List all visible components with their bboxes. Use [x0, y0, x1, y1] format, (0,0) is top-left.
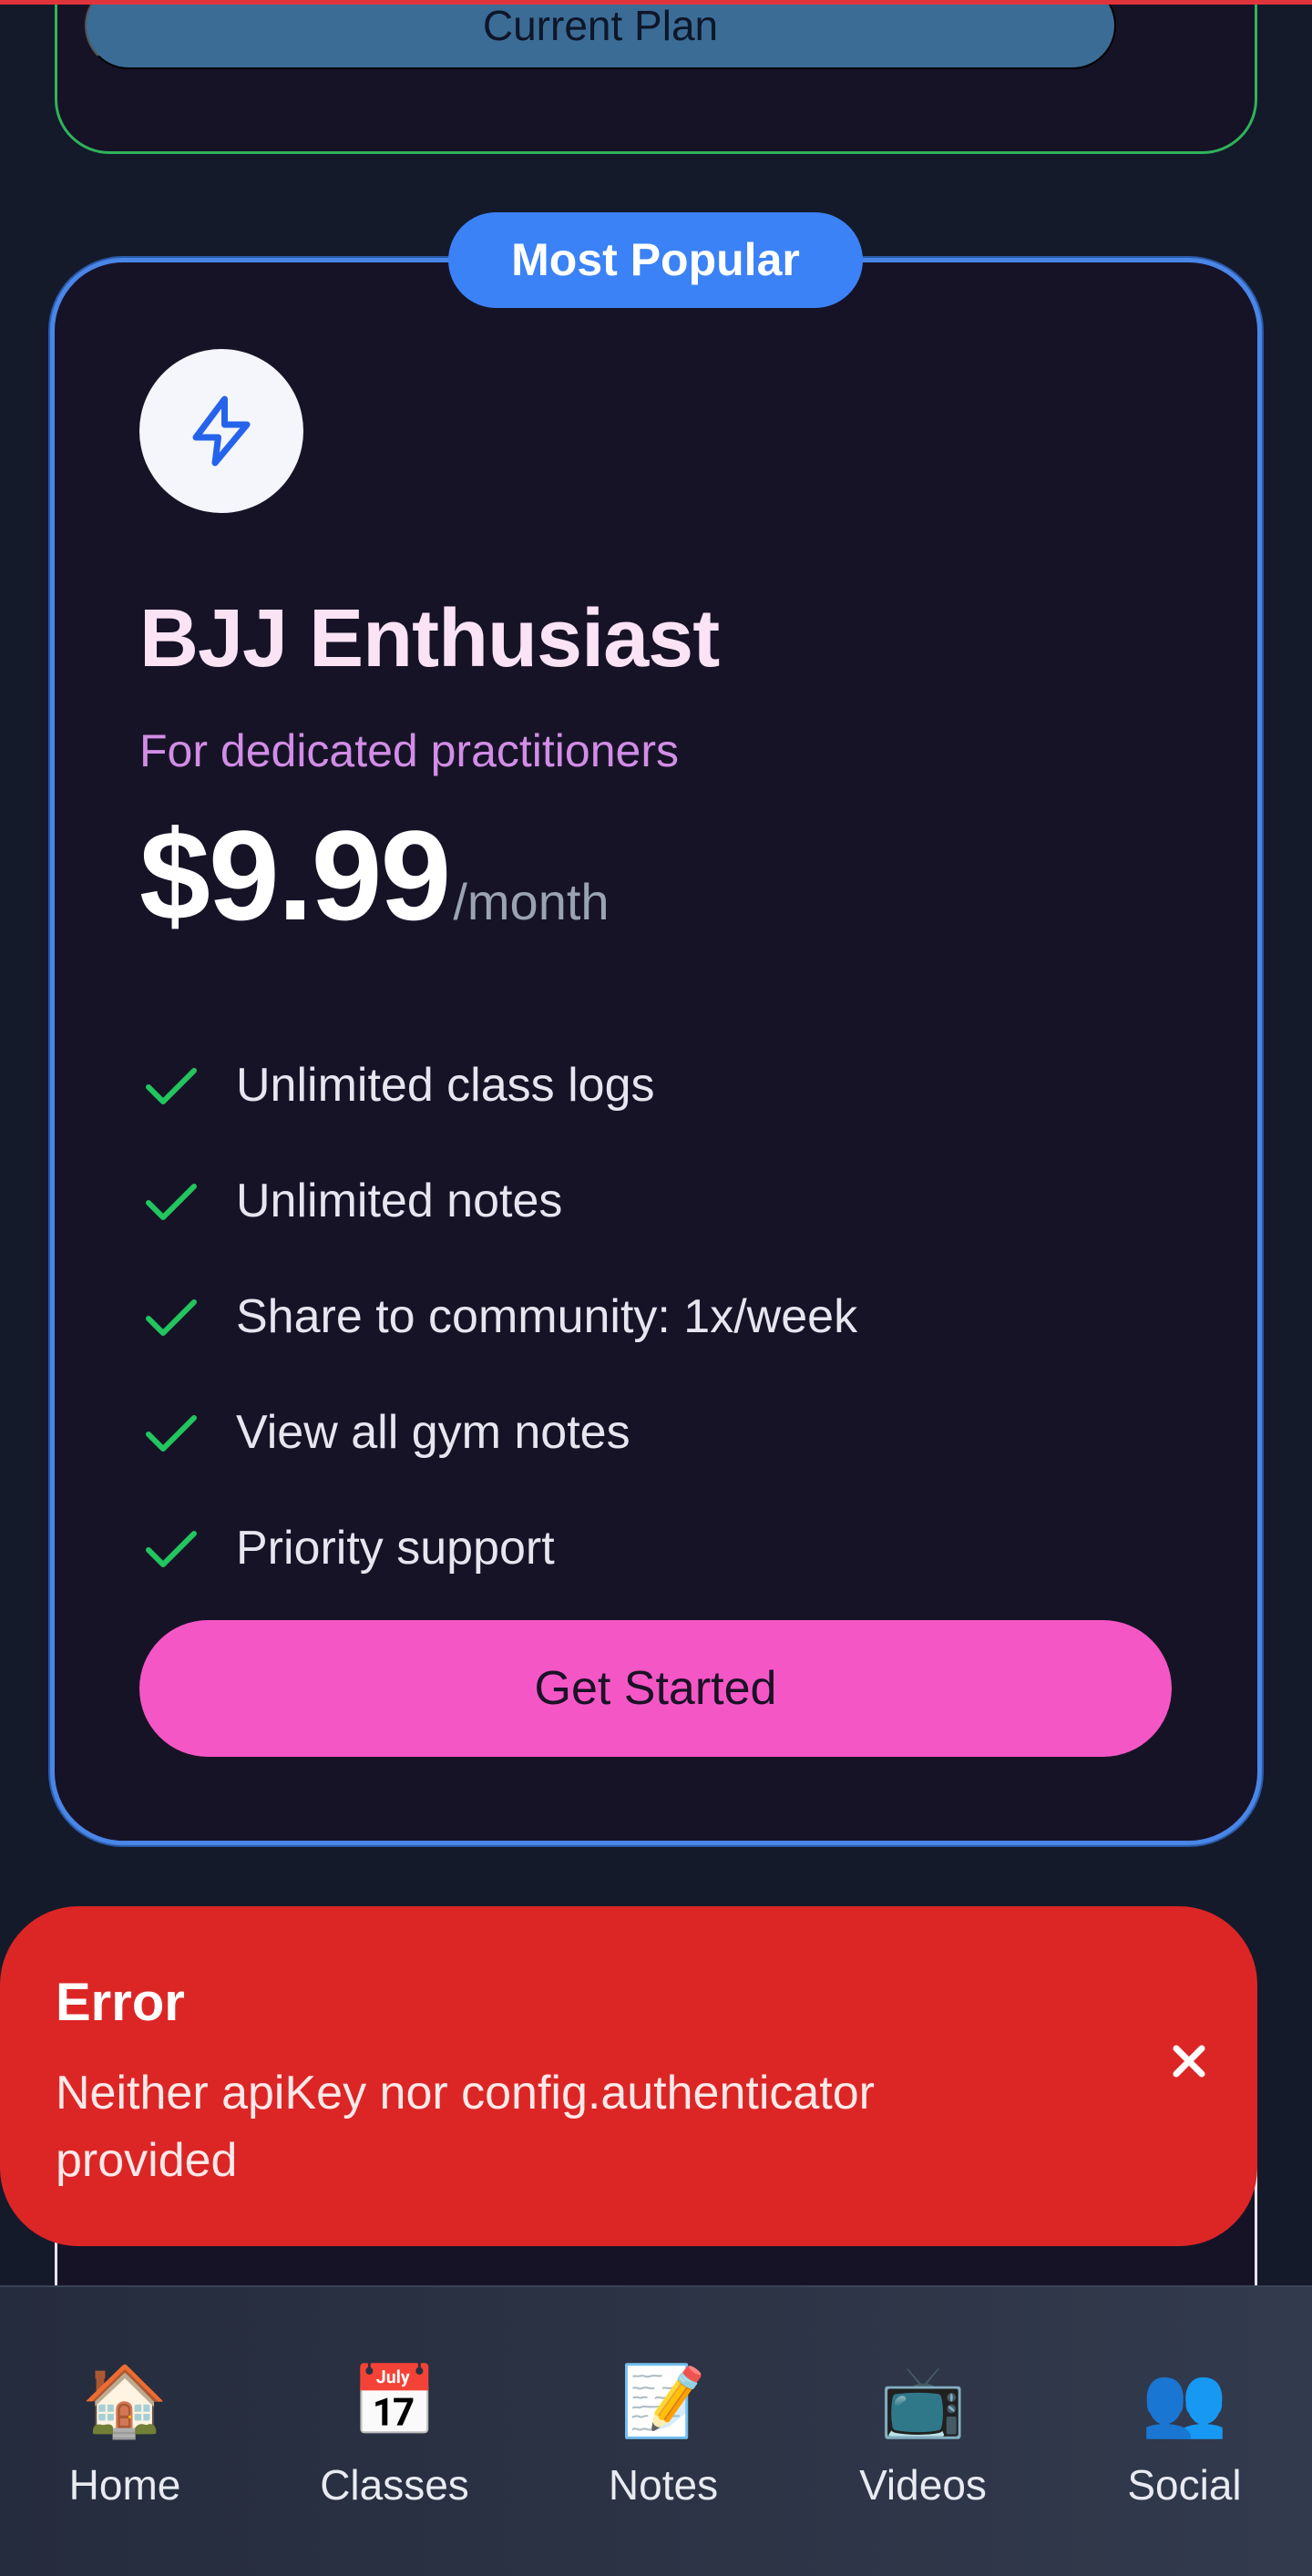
get-started-button[interactable]: Get Started: [139, 1620, 1172, 1757]
nav-label: Classes: [320, 2461, 469, 2509]
feature-item: View all gym notes: [139, 1374, 1187, 1490]
check-icon: [146, 1067, 197, 1104]
plan-title: BJJ Enthusiast: [139, 593, 720, 684]
nav-item-videos[interactable]: 📺 Videos: [823, 2287, 1023, 2576]
check-icon: [146, 1183, 197, 1220]
price-amount: $9.99: [139, 804, 451, 947]
error-toast: Error Neither apiKey nor config.authenti…: [0, 1906, 1257, 2246]
plan-subtitle: For dedicated practitioners: [139, 725, 679, 776]
nav-label: Home: [68, 2461, 181, 2509]
nav-item-social[interactable]: 👥 Social: [1084, 2287, 1285, 2576]
calendar-icon: 📅: [351, 2360, 438, 2441]
most-popular-badge: Most Popular: [448, 212, 863, 308]
price-period: /month: [453, 873, 610, 930]
feature-item: Priority support: [139, 1490, 1187, 1606]
toast-title: Error: [56, 1973, 185, 2032]
nav-item-classes[interactable]: 📅 Classes: [294, 2287, 495, 2576]
bottom-nav: 🏠 Home 📅 Classes 📝 Notes 📺 Videos 👥 Soci…: [0, 2285, 1312, 2576]
nav-label: Videos: [859, 2461, 987, 2509]
memo-icon: 📝: [620, 2360, 707, 2441]
nav-item-home[interactable]: 🏠 Home: [25, 2287, 225, 2576]
nav-label: Notes: [608, 2461, 719, 2509]
price: $9.99 /month: [139, 802, 610, 949]
feature-item: Unlimited class logs: [139, 1027, 1187, 1143]
check-icon: [146, 1298, 197, 1336]
close-icon[interactable]: [1162, 2034, 1216, 2089]
television-icon: 📺: [879, 2360, 967, 2441]
feature-text: Share to community: 1x/week: [236, 1289, 858, 1343]
feature-item: Unlimited notes: [139, 1143, 1187, 1258]
nav-label: Social: [1127, 2461, 1242, 2509]
check-icon: [146, 1530, 197, 1567]
feature-text: View all gym notes: [236, 1405, 630, 1459]
feature-list: Unlimited class logs Unlimited notes Sha…: [139, 1027, 1187, 1606]
plan-icon-container: [139, 349, 303, 513]
feature-item: Share to community: 1x/week: [139, 1258, 1187, 1374]
lightning-bolt-icon: [192, 395, 251, 467]
people-icon: 👥: [1141, 2360, 1228, 2441]
toast-message: Neither apiKey nor config.authenticator …: [56, 2067, 875, 2187]
house-icon: 🏠: [81, 2360, 169, 2441]
check-icon: [146, 1414, 197, 1452]
feature-text: Unlimited class logs: [236, 1058, 655, 1112]
current-plan-button[interactable]: Current Plan: [85, 0, 1116, 69]
feature-text: Unlimited notes: [236, 1174, 563, 1227]
nav-item-notes[interactable]: 📝 Notes: [563, 2287, 764, 2576]
feature-text: Priority support: [236, 1521, 555, 1575]
top-accent-line: [0, 0, 1312, 5]
